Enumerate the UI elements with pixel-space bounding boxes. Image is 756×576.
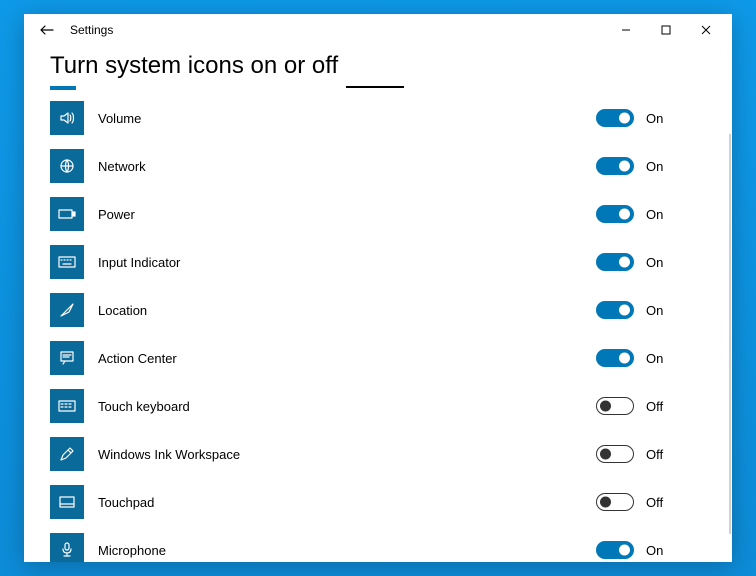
setting-row-actioncenter: Action Center On [50, 340, 706, 376]
setting-row-touchkb: Touch keyboard Off [50, 388, 706, 424]
toggle-state-label: On [646, 351, 663, 366]
toggle-state-label: On [646, 111, 663, 126]
toggle-knob [600, 401, 611, 412]
close-button[interactable] [686, 15, 726, 45]
volume-icon [50, 101, 84, 135]
toggle-state-label: On [646, 543, 663, 558]
setting-label: Volume [84, 111, 476, 126]
toggle-power[interactable] [596, 205, 634, 223]
maximize-button[interactable] [646, 15, 686, 45]
touch-keyboard-icon [50, 389, 84, 423]
toggle-state-label: Off [646, 447, 663, 462]
page-heading: Turn system icons on or off [50, 52, 706, 80]
indicator-row [50, 86, 706, 90]
range-underline [346, 86, 404, 88]
toggle-knob [600, 449, 611, 460]
action-center-icon [50, 341, 84, 375]
setting-label: Power [84, 207, 476, 222]
minimize-icon [621, 25, 631, 35]
toggle-wrap: On [596, 301, 706, 319]
touchpad-icon [50, 485, 84, 519]
accent-underline [50, 86, 76, 90]
toggle-knob [619, 545, 630, 556]
setting-row-volume: Volume On [50, 100, 706, 136]
toggle-wrap: On [596, 349, 706, 367]
setting-label: Network [84, 159, 476, 174]
back-button[interactable] [36, 19, 58, 41]
toggle-wrap: On [596, 157, 706, 175]
setting-row-power: Power On [50, 196, 706, 232]
toggle-knob [619, 305, 630, 316]
toggle-knob [619, 209, 630, 220]
toggle-wrap: Off [596, 397, 706, 415]
microphone-icon [50, 533, 84, 562]
toggle-state-label: Off [646, 495, 663, 510]
back-arrow-icon [40, 23, 54, 37]
setting-row-input: Input Indicator On [50, 244, 706, 280]
toggle-touchpad[interactable] [596, 493, 634, 511]
close-icon [701, 25, 711, 35]
toggle-network[interactable] [596, 157, 634, 175]
toggle-location[interactable] [596, 301, 634, 319]
pen-icon [50, 437, 84, 471]
toggle-input[interactable] [596, 253, 634, 271]
toggle-wrap: On [596, 109, 706, 127]
setting-row-touchpad: Touchpad Off [50, 484, 706, 520]
setting-row-microphone: Microphone On [50, 532, 706, 562]
globe-icon [50, 149, 84, 183]
scrollbar[interactable] [729, 134, 731, 534]
location-icon [50, 293, 84, 327]
toggle-wrap: On [596, 253, 706, 271]
toggle-knob [600, 497, 611, 508]
minimize-button[interactable] [606, 15, 646, 45]
setting-label: Microphone [84, 543, 476, 558]
toggle-state-label: On [646, 159, 663, 174]
setting-label: Input Indicator [84, 255, 476, 270]
window-title: Settings [70, 23, 113, 37]
toggle-volume[interactable] [596, 109, 634, 127]
toggle-wrap: Off [596, 493, 706, 511]
battery-icon [50, 197, 84, 231]
system-icons-list: Volume On Network On Power On Input Indicator O… [50, 100, 706, 562]
toggle-knob [619, 353, 630, 364]
setting-row-ink: Windows Ink Workspace Off [50, 436, 706, 472]
toggle-state-label: On [646, 207, 663, 222]
toggle-actioncenter[interactable] [596, 349, 634, 367]
toggle-state-label: On [646, 255, 663, 270]
setting-label: Location [84, 303, 476, 318]
setting-row-network: Network On [50, 148, 706, 184]
toggle-microphone[interactable] [596, 541, 634, 559]
toggle-knob [619, 161, 630, 172]
toggle-touchkb[interactable] [596, 397, 634, 415]
toggle-state-label: On [646, 303, 663, 318]
toggle-wrap: On [596, 205, 706, 223]
toggle-knob [619, 113, 630, 124]
content-area: Turn system icons on or off VolumeOnNetw… [24, 46, 732, 562]
setting-row-location: Location On [50, 292, 706, 328]
keyboard-icon [50, 245, 84, 279]
maximize-icon [661, 25, 671, 35]
toggle-state-label: Off [646, 399, 663, 414]
toggle-ink[interactable] [596, 445, 634, 463]
toggle-wrap: On [596, 541, 706, 559]
setting-label: Touch keyboard [84, 399, 476, 414]
setting-label: Touchpad [84, 495, 476, 510]
setting-label: Action Center [84, 351, 476, 366]
settings-window: Settings Turn system icons on or off Vol… [24, 14, 732, 562]
setting-label: Windows Ink Workspace [84, 447, 476, 462]
toggle-knob [619, 257, 630, 268]
toggle-wrap: Off [596, 445, 706, 463]
titlebar: Settings [24, 14, 732, 46]
window-controls [606, 15, 726, 45]
